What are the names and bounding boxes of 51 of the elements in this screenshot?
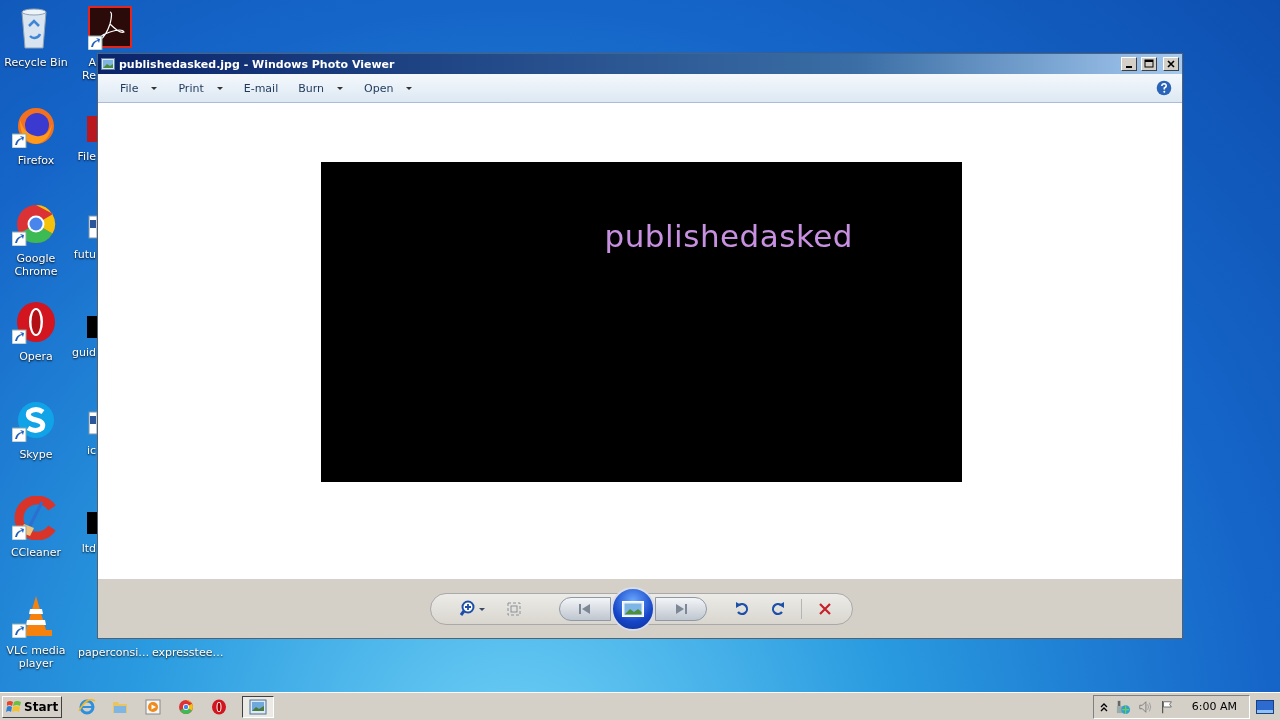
slideshow-button[interactable] bbox=[610, 586, 655, 631]
chrome-icon[interactable] bbox=[177, 697, 196, 716]
image-text: publishedasked bbox=[604, 218, 854, 254]
icon-label[interactable]: ic bbox=[68, 444, 96, 457]
shortcut-icon[interactable] bbox=[87, 408, 97, 438]
photo-icon bbox=[249, 698, 268, 715]
icon-label[interactable]: Firefox bbox=[1, 154, 71, 167]
menu-button[interactable]: Burn bbox=[288, 78, 355, 98]
window-title: publishedasked.jpg - Windows Photo Viewer bbox=[119, 57, 395, 71]
show-hidden-icons-icon[interactable] bbox=[1099, 701, 1108, 712]
delete-icon bbox=[816, 600, 833, 617]
photo-icon bbox=[621, 600, 644, 617]
windows-logo-icon bbox=[6, 699, 22, 714]
help-icon[interactable] bbox=[1156, 80, 1172, 96]
menu-button[interactable]: E-mail bbox=[233, 78, 289, 98]
rotate-right-icon bbox=[769, 600, 786, 617]
show-desktop-icon[interactable] bbox=[1256, 699, 1274, 714]
icon-label[interactable]: guid bbox=[68, 346, 96, 359]
icon-label[interactable]: Google Chrome bbox=[1, 252, 71, 278]
maximize-button[interactable] bbox=[1141, 57, 1157, 71]
icon-label[interactable]: Opera bbox=[1, 350, 71, 363]
menu-button[interactable]: Open bbox=[354, 78, 424, 98]
close-button[interactable] bbox=[1163, 57, 1179, 71]
icon-label[interactable]: Recycle Bin bbox=[1, 56, 71, 69]
icon-label[interactable]: ltd bbox=[68, 542, 96, 555]
close-icon bbox=[1166, 59, 1176, 69]
icon-label[interactable]: File bbox=[68, 150, 96, 163]
icon-label[interactable]: VLC media player bbox=[1, 644, 71, 670]
next-icon bbox=[673, 602, 688, 615]
flag-icon[interactable] bbox=[1159, 698, 1174, 715]
menu-button[interactable]: Print bbox=[168, 78, 234, 98]
clock[interactable]: 6:00 AM bbox=[1191, 700, 1237, 713]
photo-icon bbox=[101, 58, 115, 70]
icon-label[interactable]: A Re bbox=[68, 56, 96, 82]
icon-label[interactable]: futu bbox=[68, 248, 96, 261]
minimize-button[interactable] bbox=[1121, 57, 1137, 71]
icon-label[interactable]: CCleaner bbox=[1, 546, 71, 559]
photo-viewer-task-button[interactable] bbox=[242, 695, 275, 718]
zoom-icon bbox=[459, 599, 488, 618]
icon-label[interactable]: Skype bbox=[1, 448, 71, 461]
maximize-icon bbox=[1144, 59, 1154, 69]
icon-label[interactable]: paperconsi… bbox=[78, 646, 146, 659]
start-button[interactable]: Start bbox=[2, 695, 63, 718]
shortcut-icon[interactable] bbox=[87, 212, 97, 242]
menu-button[interactable]: File bbox=[110, 78, 169, 98]
opera-icon[interactable] bbox=[210, 697, 229, 716]
minimize-icon bbox=[1126, 66, 1132, 68]
fit-icon bbox=[505, 600, 522, 617]
rotate-left-icon bbox=[733, 600, 750, 617]
previous-icon bbox=[577, 602, 592, 615]
network-icon[interactable] bbox=[1115, 698, 1130, 715]
